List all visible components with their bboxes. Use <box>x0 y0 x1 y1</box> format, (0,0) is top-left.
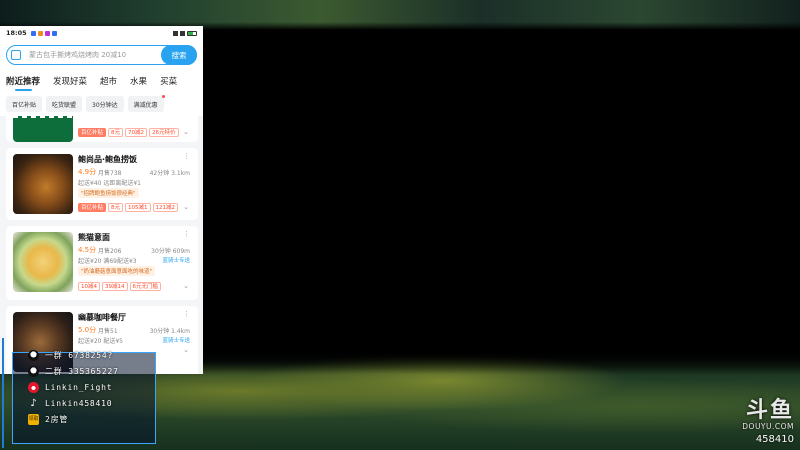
battery-icon <box>187 30 197 36</box>
filter-30-min[interactable]: 30分钟达 <box>86 96 124 112</box>
phone-screen: 18:05 蒙古包手撕烤鸡烧烤肉 20减10 搜索 附近推荐 发现好菜 超市 水… <box>0 26 203 374</box>
delivery-eta: 42分钟 3.1km <box>149 170 190 177</box>
promo-tag: 百亿补贴 <box>78 203 107 212</box>
status-bar: 18:05 <box>0 26 203 40</box>
stream-frame: 18:05 蒙古包手撕烤鸡烧烤肉 20减10 搜索 附近推荐 发现好菜 超市 水… <box>0 0 800 450</box>
promo-tag: 10减4 <box>78 282 100 291</box>
douyin-row: ♪ Linkin458410 <box>28 396 112 410</box>
filter-subsidy[interactable]: 百亿补贴 <box>6 96 43 112</box>
douyin-handle: Linkin458410 <box>45 398 113 408</box>
chevron-down-icon[interactable]: ⌄ <box>183 203 189 211</box>
douyu-logo: 斗鱼 <box>745 398 794 423</box>
more-options-icon[interactable]: ⋮ <box>183 152 190 160</box>
store-list: 百亿补贴 8元 70减2 26元特价 ⌄ 鲍尚品·鲍鱼捞饭 ⋮ 4.9分 月售7… <box>0 116 203 374</box>
monthly-sales: 月售738 <box>98 170 122 177</box>
fans-badge-icon: 领取 <box>28 413 39 425</box>
delivery-eta: 30分钟 609m <box>151 248 190 255</box>
douyin-icon: ♪ <box>30 397 37 409</box>
qq-group-1-text: 一群 6738254? <box>45 350 114 360</box>
more-options-icon[interactable]: ⋮ <box>183 310 190 318</box>
app-notification-icon <box>44 30 50 36</box>
app-notification-icon <box>30 30 36 36</box>
tab-nearby[interactable]: 附近推荐 <box>6 75 40 91</box>
monthly-sales: 月售51 <box>98 328 118 335</box>
promo-tag: 百亿补贴 <box>78 128 107 137</box>
more-options-icon[interactable]: ⋮ <box>183 230 190 238</box>
promo-tag: 8元 <box>108 203 124 212</box>
qq-group-2-row: 二群 335365227 <box>28 364 119 378</box>
qq-group-2-text: 二群 335365227 <box>45 366 119 376</box>
promo-tag: 8元 <box>108 128 124 137</box>
promo-tag: 70减2 <box>125 128 148 137</box>
chevron-down-icon[interactable]: ⌄ <box>183 346 189 354</box>
streamer-info-panel: 一群 6738254? 二群 335365227 Linkin_Fight ♪ … <box>2 338 156 448</box>
store-name: 鲍尚品·鲍鱼捞饭 <box>78 155 138 164</box>
qq-icon <box>28 365 39 377</box>
status-indicators <box>173 30 197 36</box>
tab-fruit[interactable]: 水果 <box>130 75 147 87</box>
promo-tag: 39减14 <box>102 282 128 291</box>
wifi-icon <box>180 30 185 36</box>
search-button[interactable]: 搜索 <box>161 45 197 65</box>
store-thumbnail <box>13 154 73 214</box>
room-id: 458410 <box>755 434 794 445</box>
signal-icon <box>173 30 178 36</box>
promo-tag: 26元特价 <box>149 128 179 137</box>
app-notification-icon <box>37 30 43 36</box>
delivery-eta: 30分钟 1.4km <box>149 328 190 335</box>
tab-discover-dishes[interactable]: 发现好菜 <box>53 75 87 87</box>
review-highlight: "招牌鲍鱼捞饭很经典" <box>78 188 139 198</box>
store-card[interactable]: 鲍尚品·鲍鱼捞饭 ⋮ 4.9分 月售738 42分钟 3.1km 起送¥40 远… <box>6 148 198 220</box>
scan-icon[interactable] <box>11 50 21 60</box>
category-tabs: 附近推荐 发现好菜 超市 水果 买菜 <box>0 70 203 92</box>
store-thumbnail <box>13 116 73 142</box>
promo-tag: 105减1 <box>125 203 151 212</box>
filter-foodie-league[interactable]: 吃货联盟 <box>46 96 83 112</box>
promo-tags: 10减4 39减14 6元无门槛 <box>78 282 161 291</box>
monthly-sales: 月售206 <box>98 248 122 255</box>
store-name: 熊猫意面 <box>78 233 110 242</box>
filter-chips: 百亿补贴 吃货联盟 30分钟达 满减优惠 <box>0 92 203 116</box>
chevron-down-icon[interactable]: ⌄ <box>183 128 189 136</box>
store-name: 幽慕咖啡餐厅 <box>78 313 126 322</box>
store-thumbnail <box>13 232 73 292</box>
douyu-domain: DOUYU.COM <box>742 422 794 431</box>
fans-row: 领取 2房管 <box>28 412 68 426</box>
review-highlight: "奶油蘑菇意面意面吃的味道" <box>78 266 156 276</box>
search-input[interactable]: 蒙古包手撕烤鸡烧烤肉 20减10 搜索 <box>6 45 197 65</box>
fans-text: 2房管 <box>45 414 69 424</box>
chevron-down-icon[interactable]: ⌄ <box>183 282 189 290</box>
store-rating: 4.5分 <box>78 246 97 254</box>
promo-tag: 121减2 <box>152 203 179 212</box>
store-rating: 4.9分 <box>78 168 97 176</box>
weibo-row: Linkin_Fight <box>28 380 112 394</box>
tab-groceries[interactable]: 买菜 <box>160 75 177 87</box>
weibo-icon <box>28 381 39 393</box>
delivery-type: 蓝骑士专送 <box>162 338 190 344</box>
filter-discounts[interactable]: 满减优惠 <box>127 95 165 112</box>
app-notification-icon <box>51 30 57 36</box>
promo-tags: 百亿补贴 8元 105减1 121减2 <box>78 203 179 212</box>
qq-group-1-row: 一群 6738254? <box>28 348 113 362</box>
delivery-type: 蓝骑士专送 <box>162 258 190 264</box>
delivery-fees: 起送¥40 远距离配送¥1 <box>78 180 141 187</box>
status-time: 18:05 <box>6 29 27 37</box>
search-row: 蒙古包手撕烤鸡烧烤肉 20减10 搜索 <box>0 40 203 70</box>
tab-supermarket[interactable]: 超市 <box>100 75 117 87</box>
promo-tag: 6元无门槛 <box>129 282 161 291</box>
delivery-fees: 起送¥20 满69配送¥3 <box>78 258 137 265</box>
qq-icon <box>28 349 39 361</box>
promo-tags: 百亿补贴 8元 70减2 26元特价 <box>78 128 179 137</box>
store-card[interactable]: 熊猫意面 ⋮ 4.5分 月售206 30分钟 609m 起送¥20 满69配送¥… <box>6 226 198 300</box>
weibo-handle: Linkin_Fight <box>45 382 113 392</box>
store-rating: 5.0分 <box>78 326 97 334</box>
store-card[interactable]: 百亿补贴 8元 70减2 26元特价 ⌄ <box>6 116 198 142</box>
